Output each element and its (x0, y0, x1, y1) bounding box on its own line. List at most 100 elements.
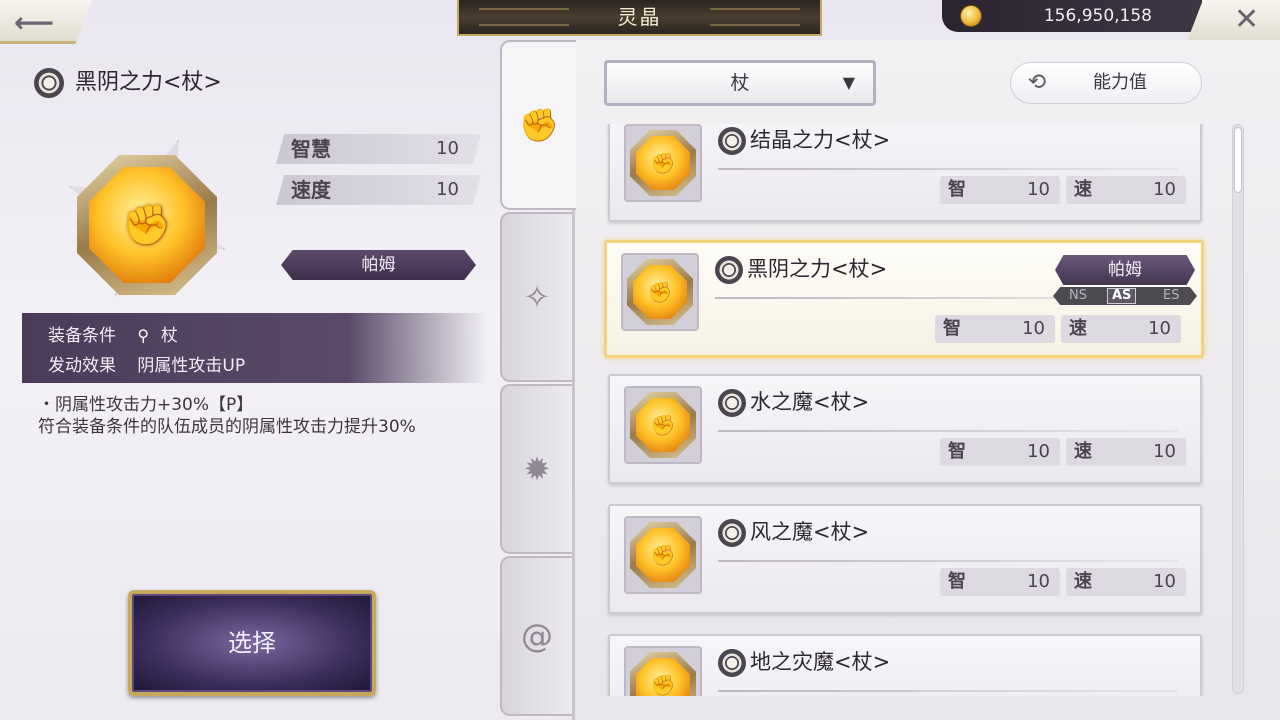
list-item[interactable]: ✊ 水之魔<杖> 智 10 速 10 (608, 374, 1202, 484)
detail-name: 黑阴之力<杖> (75, 70, 222, 95)
effect-value: 阴属性攻击UP (137, 356, 246, 376)
stat-value: 10 (1153, 441, 1176, 462)
back-button[interactable]: ⟵ (0, 0, 92, 44)
crystal-name: 结晶之力<杖> (718, 124, 890, 155)
stat-value: 10 (1153, 179, 1176, 200)
staff-icon: ⚲ (137, 326, 150, 345)
stat-value: 10 (1027, 571, 1050, 592)
list-item[interactable]: ✊ 地之灾魔<杖> 智10 速10 (608, 634, 1202, 696)
rank-ns: NS (1069, 288, 1087, 303)
stat-label: 智 (943, 318, 961, 339)
stat-label: 速 (1074, 441, 1092, 462)
list-scrollbar[interactable] (1232, 124, 1244, 694)
stat-chip-speed: 速 10 (1061, 315, 1181, 343)
tab-swirl-star[interactable]: ✧ (500, 212, 572, 382)
detail-title: 黑阴之力<杖> (34, 64, 222, 98)
fist-icon: ✊ (650, 543, 676, 567)
weapon-filter-value: 杖 (730, 72, 750, 94)
tab-vortex[interactable]: @ (500, 556, 572, 716)
currency-display: 156,950,158 (942, 0, 1202, 32)
sort-button[interactable]: ⟲ 能力值 (1010, 62, 1202, 104)
tab-fist[interactable]: ✊ (500, 40, 576, 210)
crystal-name-text: 结晶之力<杖> (750, 128, 891, 152)
equip-condition-value: 杖 (160, 326, 178, 346)
fist-icon: ✊ (647, 280, 673, 304)
close-icon: ✕ (1234, 2, 1260, 37)
stat-row-speed: 速度 10 (276, 175, 481, 205)
back-arrow-icon: ⟵ (14, 6, 55, 39)
owner-tag: 帕姆 (281, 250, 476, 280)
list-item-selected[interactable]: ✊ 黑阴之力<杖> 帕姆 NS AS ES 智 10 速 10 (604, 240, 1204, 358)
vortex-icon: @ (521, 617, 553, 655)
stat-chip-wisdom: 智 10 (935, 315, 1055, 343)
crystal-thumbnail: ✊ (624, 124, 702, 202)
coin-icon (960, 5, 982, 27)
select-button[interactable]: 选择 (128, 590, 376, 696)
stat-chip-speed: 速 10 (1066, 568, 1186, 596)
stat-value: 10 (1022, 318, 1045, 339)
stat-value: 10 (436, 138, 459, 159)
stat-chip-speed: 速 10 (1066, 176, 1186, 204)
divider (718, 168, 1178, 170)
stat-label: 智 (948, 571, 966, 592)
crystal-thumbnail: ✊ (624, 516, 702, 594)
stat-value: 10 (1027, 179, 1050, 200)
stat-value: 10 (1148, 318, 1171, 339)
stat-chip-wisdom: 智 10 (940, 176, 1060, 204)
sort-label: 能力值 (1093, 72, 1147, 93)
effect-row: 发动效果 阴属性攻击UP (48, 351, 245, 376)
crystal-name: 水之魔<杖> (718, 386, 869, 417)
weapon-filter-dropdown[interactable]: 杖 ▼ (604, 60, 876, 106)
stat-chip-wisdom: 智 10 (940, 568, 1060, 596)
crystal-name: 地之灾魔<杖> (718, 646, 890, 677)
screen-title-bar: 灵晶 (457, 0, 822, 36)
crystal-name-text: 风之魔<杖> (750, 520, 870, 544)
stat-label: 智 (948, 179, 966, 200)
swirl-star-icon: ✧ (523, 278, 551, 316)
effect-description-line: ・阴属性攻击力+30%【P】 (38, 395, 254, 415)
crystal-list[interactable]: ✊ 结晶之力<杖> 智 10 速 10 ✊ 黑阴之力<杖> 帕姆 NS AS ES … (600, 124, 1210, 696)
crest-icon (718, 389, 746, 417)
stat-label: 速 (1074, 571, 1092, 592)
stat-value: 10 (1027, 441, 1050, 462)
fist-icon: ✊ (650, 151, 676, 175)
owner-name: 帕姆 (361, 255, 396, 275)
crest-icon (715, 256, 743, 284)
stat-chip-speed: 速 10 (1066, 438, 1186, 466)
title-ornament-left (479, 8, 569, 26)
divider (718, 690, 1178, 692)
scrollbar-thumb[interactable] (1234, 127, 1242, 193)
stat-chip-wisdom: 智 10 (940, 438, 1060, 466)
effect-label: 发动效果 (48, 356, 116, 376)
list-item[interactable]: ✊ 结晶之力<杖> 智 10 速 10 (608, 124, 1202, 222)
refresh-icon: ⟲ (1027, 70, 1047, 95)
owner-name: 帕姆 (1108, 260, 1142, 280)
crystal-name: 风之魔<杖> (718, 516, 869, 547)
title-ornament-right (710, 8, 800, 26)
crest-icon (718, 649, 746, 677)
fist-icon: ✊ (650, 413, 676, 437)
list-item[interactable]: ✊ 风之魔<杖> 智 10 速 10 (608, 504, 1202, 614)
crystal-name-text: 水之魔<杖> (750, 390, 870, 414)
gem-frame: ✊ (77, 155, 217, 295)
crest-icon (718, 519, 746, 547)
stat-label: 速 (1069, 318, 1087, 339)
crystal-name-text: 黑阴之力<杖> (747, 257, 888, 281)
crystal-thumbnail: ✊ (624, 386, 702, 464)
tab-starburst[interactable]: ✹ (500, 384, 572, 554)
fist-icon: ✊ (122, 202, 172, 249)
stat-label: 速度 (291, 178, 331, 202)
screen-title: 灵晶 (617, 5, 662, 29)
effect-description-line: 符合装备条件的队伍成员的阴属性攻击力提升30% (38, 417, 416, 437)
rank-strip: NS AS ES (1053, 287, 1197, 305)
divider (718, 560, 1178, 562)
equip-condition-label: 装备条件 (48, 326, 116, 346)
stat-label: 速 (1074, 179, 1092, 200)
crystal-thumbnail: ✊ (621, 253, 699, 331)
equip-condition-row: 装备条件 ⚲ 杖 (48, 321, 178, 346)
crest-icon (718, 127, 746, 155)
stat-label: 智 (948, 441, 966, 462)
condition-panel: 装备条件 ⚲ 杖 发动效果 阴属性攻击UP (22, 313, 488, 383)
fist-icon: ✊ (519, 106, 559, 144)
divider (718, 430, 1178, 432)
